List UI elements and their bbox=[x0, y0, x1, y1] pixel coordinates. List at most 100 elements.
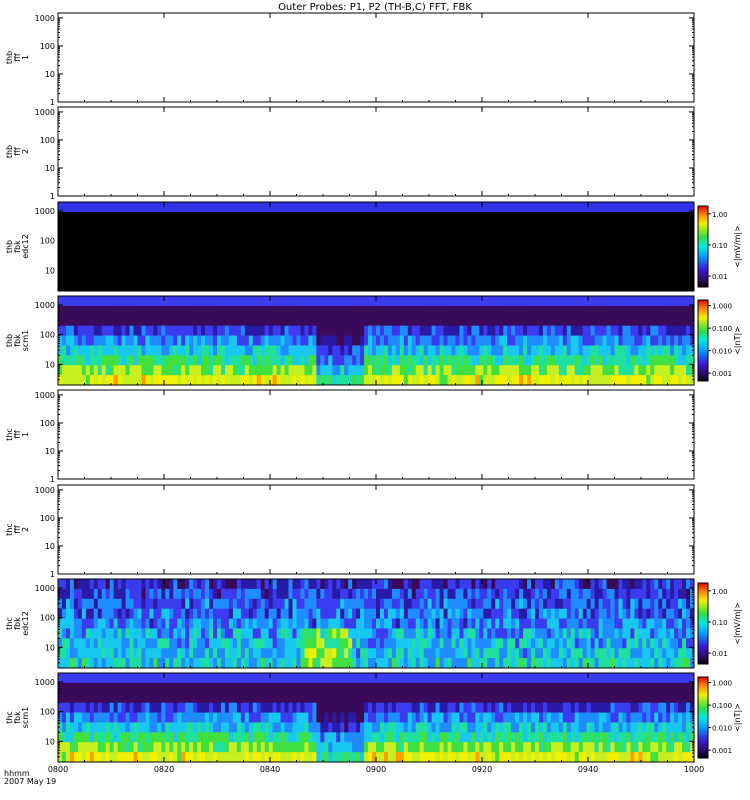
spectrogram-cell bbox=[209, 365, 214, 376]
spectrogram-cell bbox=[515, 658, 520, 669]
spectrogram-cell bbox=[348, 305, 353, 317]
spectrogram-cell bbox=[85, 618, 91, 629]
spectrogram-cell bbox=[73, 722, 79, 733]
spectrogram-cell bbox=[546, 752, 552, 763]
spectrogram-cell bbox=[447, 598, 452, 609]
spectrogram-cell bbox=[89, 365, 95, 376]
spectrogram-cell bbox=[507, 608, 512, 619]
spectrogram-cell bbox=[542, 673, 548, 684]
spectrogram-cell bbox=[459, 692, 464, 703]
spectrogram-cell bbox=[582, 305, 587, 317]
spectrogram-cell bbox=[383, 732, 389, 743]
colorbar-tick-label: 0.100 bbox=[712, 702, 732, 710]
spectrogram-cell bbox=[117, 325, 122, 336]
spectrogram-cell bbox=[340, 598, 345, 609]
spectrogram-cell bbox=[614, 608, 619, 619]
spectrogram-cell bbox=[117, 692, 122, 703]
spectrogram-cell bbox=[292, 673, 297, 684]
spectrogram-cell bbox=[213, 648, 218, 659]
spectrogram-cell bbox=[85, 638, 91, 649]
spectrogram-cell bbox=[614, 598, 619, 609]
spectrogram-cell bbox=[622, 648, 627, 659]
spectrogram-cell bbox=[232, 315, 238, 326]
spectrogram-cell bbox=[622, 742, 627, 753]
spectrogram-cell bbox=[213, 608, 218, 619]
spectrogram-cell bbox=[157, 355, 162, 366]
spectrogram-cell bbox=[240, 648, 246, 659]
spectrogram-cell bbox=[558, 722, 564, 733]
spectrogram-cell bbox=[240, 742, 246, 753]
spectrogram-cell bbox=[125, 375, 130, 386]
spectrogram-cell bbox=[173, 712, 178, 723]
spectrogram-cell bbox=[395, 658, 401, 669]
spectrogram-cell bbox=[499, 588, 504, 600]
y-tick-label: 1000 bbox=[35, 678, 55, 687]
spectrogram-cell bbox=[113, 658, 118, 669]
spectrogram-cell bbox=[419, 628, 425, 639]
y-tick-label: 10 bbox=[45, 737, 55, 746]
spectrogram-cell bbox=[304, 648, 309, 659]
spectrogram-cell bbox=[181, 355, 186, 366]
spectrogram-cell bbox=[117, 345, 122, 356]
spectrogram-cell bbox=[133, 682, 138, 694]
spectrogram-cell bbox=[340, 315, 345, 326]
spectrogram-cell bbox=[181, 365, 186, 376]
spectrogram-cell bbox=[340, 742, 345, 753]
spectrogram-cell bbox=[153, 712, 158, 723]
spectrogram-cell bbox=[201, 638, 206, 649]
spectrogram-cell bbox=[399, 682, 405, 694]
spectrogram-cell bbox=[165, 638, 170, 649]
spectrogram-cell bbox=[61, 628, 67, 639]
spectrogram-cell bbox=[73, 335, 79, 346]
spectrogram-cell bbox=[662, 638, 667, 649]
spectrogram-cell bbox=[348, 628, 353, 639]
spectrogram-cell bbox=[364, 608, 369, 619]
spectrogram-cell bbox=[224, 365, 230, 376]
spectrogram-cell bbox=[531, 618, 536, 629]
spectrogram-cell bbox=[260, 658, 266, 669]
spectrogram-cell bbox=[284, 752, 289, 763]
spectrogram-cell bbox=[240, 722, 246, 733]
spectrogram-cell bbox=[121, 658, 126, 669]
spectrogram-cell bbox=[495, 682, 500, 694]
spectrogram-cell bbox=[535, 355, 540, 366]
spectrogram-cell bbox=[244, 628, 250, 639]
spectrogram-cell bbox=[201, 732, 206, 743]
spectrogram-cell bbox=[121, 325, 126, 336]
spectrogram-cell bbox=[495, 638, 500, 649]
spectrogram-cell bbox=[638, 608, 643, 619]
y-tick-label: 100 bbox=[40, 331, 55, 340]
spectrogram-cell bbox=[535, 638, 540, 649]
spectrogram-cell bbox=[193, 579, 198, 590]
spectrogram-cell bbox=[542, 732, 548, 743]
spectrogram-cell bbox=[360, 608, 365, 619]
spectrogram-cell bbox=[527, 579, 532, 590]
spectrogram-cell bbox=[133, 345, 138, 356]
spectrogram-cell bbox=[395, 598, 401, 609]
spectrogram-cell bbox=[538, 692, 544, 703]
spectrogram-cell bbox=[193, 375, 198, 386]
spectrogram-cell bbox=[447, 692, 452, 703]
spectrogram-cell bbox=[372, 598, 377, 609]
spectrogram-cell bbox=[77, 752, 83, 763]
spectrogram-cell bbox=[606, 742, 611, 753]
spectrogram-cell bbox=[586, 315, 591, 326]
spectrogram-cell bbox=[372, 305, 377, 317]
spectrogram-cell bbox=[189, 608, 194, 619]
spectrogram-cell bbox=[463, 588, 468, 600]
spectrogram-cell bbox=[125, 365, 130, 376]
panel-thb-fbk-scm1: 101001000thbfbkscm10.0010.0100.1001.000<… bbox=[5, 295, 742, 386]
spectrogram-cell bbox=[244, 325, 250, 336]
spectrogram-cell bbox=[546, 638, 552, 649]
spectrogram-cell bbox=[431, 732, 436, 743]
spectrogram-cell bbox=[610, 598, 615, 609]
spectrogram-cell bbox=[224, 598, 230, 609]
spectrogram-cell bbox=[451, 305, 456, 317]
spectrogram-cell bbox=[232, 673, 238, 684]
spectrogram-cell bbox=[626, 588, 631, 600]
spectrogram-cell bbox=[252, 608, 258, 619]
spectrogram-cell bbox=[113, 618, 118, 629]
spectrogram-cell bbox=[205, 712, 210, 723]
spectrogram-cell bbox=[173, 732, 178, 743]
spectrogram-cell bbox=[678, 732, 683, 743]
